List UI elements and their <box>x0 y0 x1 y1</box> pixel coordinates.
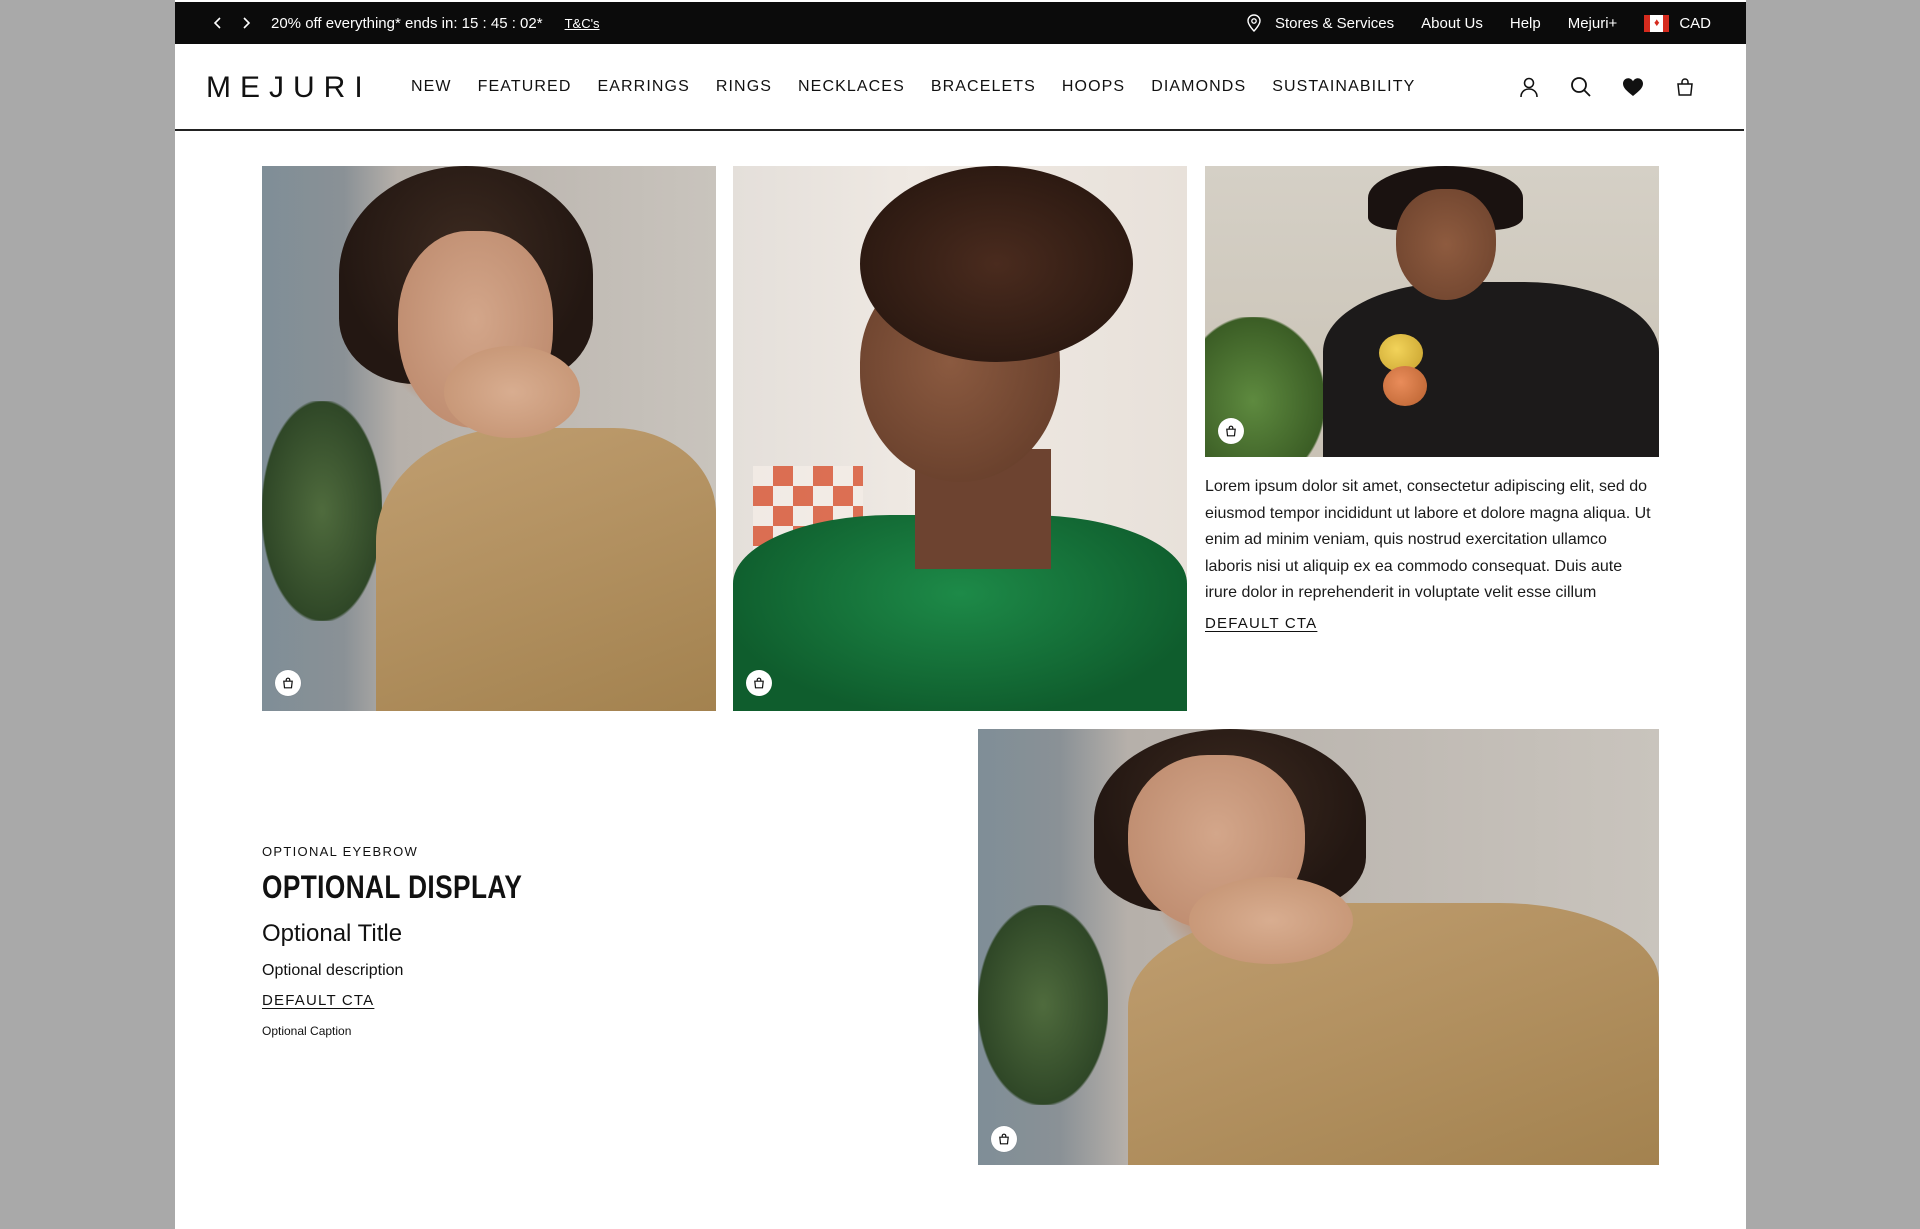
feature-cta-link[interactable]: DEFAULT CTA <box>262 992 374 1009</box>
canada-flag-icon: ♦ <box>1644 14 1670 32</box>
nav-item-sustainability[interactable]: SUSTAINABILITY <box>1272 78 1415 96</box>
main-nav: NEW FEATURED EARRINGS RINGS NECKLACES BR… <box>411 78 1415 96</box>
nav-item-rings[interactable]: RINGS <box>716 78 772 96</box>
stores-link[interactable]: Stores & Services <box>1247 14 1394 32</box>
editorial-body: Lorem ipsum dolor sit amet, consectetur … <box>1205 478 1651 601</box>
nav-item-necklaces[interactable]: NECKLACES <box>798 78 905 96</box>
promo-bar: 20% off everything* ends in: 15 : 45 : 0… <box>175 2 1746 44</box>
page: 20% off everything* ends in: 15 : 45 : 0… <box>175 0 1746 1229</box>
editorial-image-1[interactable] <box>262 166 716 711</box>
logo[interactable]: MEJURI <box>206 71 372 105</box>
currency-selector[interactable]: ♦ CAD <box>1644 14 1711 32</box>
feature-caption: Optional Caption <box>262 1024 352 1038</box>
search-icon[interactable] <box>1569 75 1593 99</box>
nav-item-hoops[interactable]: HOOPS <box>1062 78 1125 96</box>
shop-bag-icon[interactable] <box>275 670 301 696</box>
promo-right: Stores & Services About Us Help Mejuri+ … <box>1247 14 1711 32</box>
default-cta-link[interactable]: DEFAULT CTA <box>1205 615 1317 632</box>
shop-bag-icon[interactable] <box>1218 418 1244 444</box>
currency-label: CAD <box>1679 14 1711 32</box>
terms-link[interactable]: T&C's <box>565 16 600 31</box>
feature-text-block: OPTIONAL EYEBROW OPTIONAL DISPLAY Option… <box>262 844 762 1038</box>
promo-left: 20% off everything* ends in: 15 : 45 : 0… <box>211 15 600 32</box>
shop-bag-icon[interactable] <box>991 1126 1017 1152</box>
editorial-image-2[interactable] <box>733 166 1187 711</box>
site-header: MEJURI NEW FEATURED EARRINGS RINGS NECKL… <box>175 44 1744 131</box>
feature-eyebrow: OPTIONAL EYEBROW <box>262 844 419 859</box>
help-link[interactable]: Help <box>1510 15 1541 32</box>
about-link[interactable]: About Us <box>1421 15 1483 32</box>
nav-item-earrings[interactable]: EARRINGS <box>597 78 689 96</box>
stores-label: Stores & Services <box>1274 14 1395 32</box>
feature-image[interactable] <box>978 729 1659 1165</box>
feature-display: OPTIONAL DISPLAY <box>262 869 523 905</box>
editorial-image-3[interactable] <box>1205 166 1659 457</box>
nav-item-bracelets[interactable]: BRACELETS <box>931 78 1036 96</box>
mejuri-plus-link[interactable]: Mejuri+ <box>1568 15 1618 32</box>
nav-item-featured[interactable]: FEATURED <box>478 78 572 96</box>
prev-arrow-icon[interactable] <box>211 16 225 30</box>
bag-icon[interactable] <box>1673 75 1697 99</box>
nav-item-diamonds[interactable]: DIAMONDS <box>1151 78 1246 96</box>
location-pin-icon <box>1247 14 1261 32</box>
feature-description: Optional description <box>262 962 404 979</box>
heart-icon[interactable] <box>1621 75 1645 99</box>
nav-item-new[interactable]: NEW <box>411 78 452 96</box>
shop-bag-icon[interactable] <box>746 670 772 696</box>
next-arrow-icon[interactable] <box>239 16 253 30</box>
promo-message: 20% off everything* ends in: 15 : 45 : 0… <box>271 14 543 32</box>
account-icon[interactable] <box>1517 75 1541 99</box>
header-icons <box>1517 75 1697 99</box>
feature-title: Optional Title <box>262 920 403 947</box>
